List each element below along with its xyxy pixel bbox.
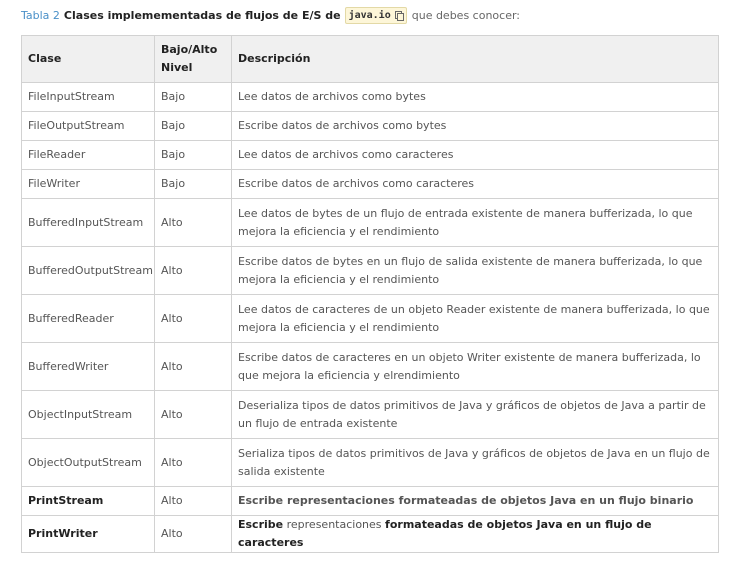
table-row: ObjectOutputStream Alto Serializa tipos …: [21, 438, 719, 487]
header-clase: Clase: [21, 35, 155, 83]
cell-descripcion: Escribe datos de archivos como caractere…: [231, 169, 719, 199]
cell-clase: BufferedReader: [21, 294, 155, 343]
table-caption-suffix: que debes conocer:: [411, 8, 521, 22]
table-number-label: Tabla 2: [21, 8, 60, 22]
cell-clase: ObjectInputStream: [21, 390, 155, 439]
table-caption: Tabla 2 Clases implemementadas de flujos…: [21, 6, 520, 24]
table-row: BufferedInputStream Alto Lee datos de by…: [21, 198, 719, 247]
table-row: ObjectInputStream Alto Deserializa tipos…: [21, 390, 719, 439]
cell-nivel: Alto: [154, 438, 232, 487]
cell-nivel: Bajo: [154, 111, 232, 141]
cell-clase: FileOutputStream: [21, 111, 155, 141]
table-row: PrintStream Alto Escribe representacione…: [21, 486, 719, 516]
header-nivel: Bajo/Alto Nivel: [154, 35, 232, 83]
cell-nivel: Alto: [154, 515, 232, 553]
cell-nivel: Bajo: [154, 169, 232, 199]
table-row: FileOutputStream Bajo Escribe datos de a…: [21, 111, 719, 141]
cell-nivel: Alto: [154, 198, 232, 247]
table-row: FileReader Bajo Lee datos de archivos co…: [21, 140, 719, 170]
table-row: BufferedOutputStream Alto Escribe datos …: [21, 246, 719, 295]
cell-clase: PrintWriter: [21, 515, 155, 553]
cell-descripcion: Escribe datos de bytes en un flujo de sa…: [231, 246, 719, 295]
cell-clase: FileWriter: [21, 169, 155, 199]
cell-descripcion: Lee datos de caracteres de un objeto Rea…: [231, 294, 719, 343]
cell-clase: FileInputStream: [21, 82, 155, 112]
cell-clase: PrintStream: [21, 486, 155, 516]
cell-descripcion: Escribe datos de archivos como bytes: [231, 111, 719, 141]
package-code-badge: java.io: [344, 6, 407, 24]
cell-clase: BufferedWriter: [21, 342, 155, 391]
io-classes-table: Clase Bajo/Alto Nivel Descripción FileIn…: [21, 35, 719, 553]
cell-clase: ObjectOutputStream: [21, 438, 155, 487]
table-row: FileInputStream Bajo Lee datos de archiv…: [21, 82, 719, 112]
cell-descripcion: Lee datos de archivos como caracteres: [231, 140, 719, 170]
description-normal-middle: representaciones: [286, 518, 382, 531]
description-bold-start: Escribe: [238, 518, 284, 531]
cell-descripcion: Deserializa tipos de datos primitivos de…: [231, 390, 719, 439]
cell-nivel: Alto: [154, 342, 232, 391]
cell-clase: BufferedInputStream: [21, 198, 155, 247]
cell-descripcion: Escribe datos de caracteres en un objeto…: [231, 342, 719, 391]
copy-icon[interactable]: [394, 10, 404, 21]
cell-nivel: Alto: [154, 294, 232, 343]
cell-descripcion: Escribe representaciones formateadas de …: [231, 486, 719, 516]
cell-nivel: Bajo: [154, 140, 232, 170]
table-row: FileWriter Bajo Escribe datos de archivo…: [21, 169, 719, 199]
header-descripcion: Descripción: [231, 35, 719, 83]
cell-nivel: Alto: [154, 390, 232, 439]
cell-descripcion: Lee datos de archivos como bytes: [231, 82, 719, 112]
cell-descripcion: Escribe representaciones formateadas de …: [231, 515, 719, 553]
cell-descripcion: Serializa tipos de datos primitivos de J…: [231, 438, 719, 487]
table-row: BufferedReader Alto Lee datos de caracte…: [21, 294, 719, 343]
cell-descripcion: Lee datos de bytes de un flujo de entrad…: [231, 198, 719, 247]
cell-nivel: Bajo: [154, 82, 232, 112]
cell-nivel: Alto: [154, 486, 232, 516]
cell-clase: FileReader: [21, 140, 155, 170]
package-name: java.io: [348, 9, 391, 21]
table-title: Clases implemementadas de flujos de E/S …: [63, 8, 341, 22]
cell-nivel: Alto: [154, 246, 232, 295]
table-header-row: Clase Bajo/Alto Nivel Descripción: [21, 35, 719, 83]
cell-clase: BufferedOutputStream: [21, 246, 155, 295]
table-row: BufferedWriter Alto Escribe datos de car…: [21, 342, 719, 391]
table-row: PrintWriter Alto Escribe representacione…: [21, 515, 719, 553]
